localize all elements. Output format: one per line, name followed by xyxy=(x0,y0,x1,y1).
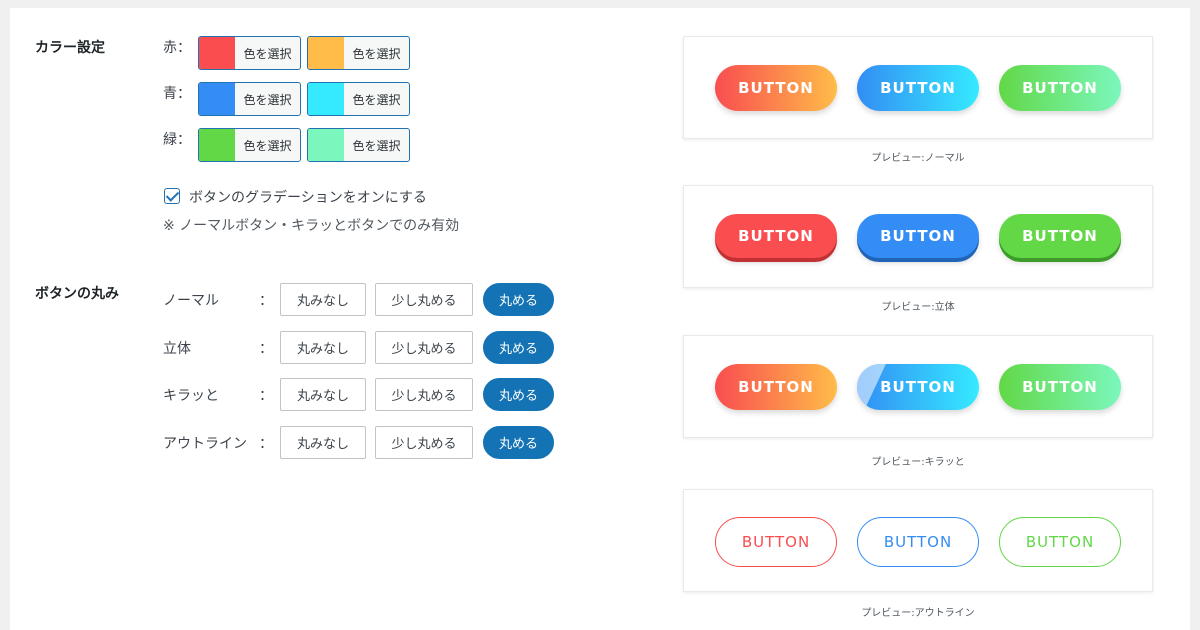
select-color-label: 色を選択 xyxy=(243,138,292,153)
red-picker-1[interactable]: 色を選択 xyxy=(198,36,301,70)
roundness-option-button[interactable]: 少し丸める xyxy=(375,283,473,316)
preview-button-label: BUTTON xyxy=(738,227,814,245)
preview-button[interactable]: BUTTON xyxy=(999,517,1121,567)
roundness-option-button[interactable]: 少し丸める xyxy=(375,378,473,411)
color-swatch xyxy=(199,37,235,69)
preview-button[interactable]: BUTTON xyxy=(999,364,1121,410)
red-row-label: 赤： xyxy=(163,40,191,56)
preview-button[interactable]: BUTTON xyxy=(999,65,1121,111)
roundness-option-button[interactable]: 少し丸める xyxy=(375,426,473,459)
gradient-checkbox-label: ボタンのグラデーションをオンにする xyxy=(189,190,427,206)
preview-button-label: BUTTON xyxy=(883,533,953,551)
roundness-row-colon: ： xyxy=(259,293,273,309)
select-color-label: 色を選択 xyxy=(352,92,401,107)
preview-button[interactable]: BUTTON xyxy=(715,364,837,410)
gradient-checkbox[interactable] xyxy=(164,188,180,204)
color-swatch xyxy=(308,129,344,161)
roundness-row-colon: ： xyxy=(259,341,273,357)
preview-card: BUTTON BUTTON BUTTON xyxy=(683,185,1153,288)
color-swatch xyxy=(308,83,344,115)
preview-caption: プレビュー:立体 xyxy=(881,302,955,313)
roundness-row-label: 立体 xyxy=(163,341,191,357)
blue-row-label: 青： xyxy=(163,86,191,102)
preview-button-label: BUTTON xyxy=(1022,79,1098,97)
preview-caption: プレビュー:キラッと xyxy=(871,457,965,468)
green-picker-1[interactable]: 色を選択 xyxy=(198,128,301,162)
gradient-note: ※ ノーマルボタン・キラッとボタンでのみ有効 xyxy=(163,218,460,234)
red-picker-2[interactable]: 色を選択 xyxy=(307,36,410,70)
roundness-option-button[interactable]: 丸みなし xyxy=(280,331,366,364)
select-color-label: 色を選択 xyxy=(352,46,401,61)
roundness-row-label: アウトライン xyxy=(163,436,247,452)
preview-button-label: BUTTON xyxy=(1022,227,1098,245)
settings-panel: カラー設定 赤： 色を選択 色を選択 青： 色を選択 色を選択 緑： 色を選択 … xyxy=(10,8,1190,630)
roundness-row-label: ノーマル xyxy=(163,293,219,309)
roundness-option-button[interactable]: 丸める xyxy=(483,331,554,364)
color-settings-title: カラー設定 xyxy=(35,40,105,56)
color-swatch xyxy=(199,83,235,115)
preview-card: BUTTON BUTTON BUTTON xyxy=(683,36,1153,139)
preview-button[interactable]: BUTTON xyxy=(999,214,1121,258)
blue-picker-2[interactable]: 色を選択 xyxy=(307,82,410,116)
roundness-option-button[interactable]: 丸みなし xyxy=(280,283,366,316)
preview-button-label: BUTTON xyxy=(741,533,811,551)
preview-button-label: BUTTON xyxy=(738,378,814,396)
preview-caption: プレビュー:アウトライン xyxy=(861,608,975,619)
preview-caption: プレビュー:ノーマル xyxy=(871,153,965,164)
select-color-label: 色を選択 xyxy=(352,138,401,153)
color-swatch xyxy=(308,37,344,69)
preview-card: BUTTON BUTTON BUTTON xyxy=(683,335,1153,438)
preview-button[interactable]: BUTTON xyxy=(857,364,979,410)
preview-button[interactable]: BUTTON xyxy=(857,65,979,111)
roundness-title: ボタンの丸み xyxy=(35,286,119,302)
preview-button-label: BUTTON xyxy=(1022,378,1098,396)
green-picker-2[interactable]: 色を選択 xyxy=(307,128,410,162)
preview-button-label: BUTTON xyxy=(738,79,814,97)
roundness-option-button[interactable]: 丸める xyxy=(483,378,554,411)
preview-button[interactable]: BUTTON xyxy=(715,517,837,567)
roundness-row-colon: ： xyxy=(259,436,273,452)
preview-button-label: BUTTON xyxy=(880,79,956,97)
roundness-row-colon: ： xyxy=(259,388,273,404)
preview-button[interactable]: BUTTON xyxy=(715,65,837,111)
roundness-option-button[interactable]: 丸みなし xyxy=(280,426,366,459)
green-row-label: 緑： xyxy=(163,132,191,148)
preview-button-label: BUTTON xyxy=(880,378,956,396)
color-swatch xyxy=(199,129,235,161)
preview-button-label: BUTTON xyxy=(880,227,956,245)
preview-button[interactable]: BUTTON xyxy=(715,214,837,258)
roundness-option-button[interactable]: 少し丸める xyxy=(375,331,473,364)
blue-picker-1[interactable]: 色を選択 xyxy=(198,82,301,116)
select-color-label: 色を選択 xyxy=(243,46,292,61)
preview-button[interactable]: BUTTON xyxy=(857,517,979,567)
roundness-row-label: キラッと xyxy=(163,388,219,404)
roundness-option-button[interactable]: 丸める xyxy=(483,426,554,459)
select-color-label: 色を選択 xyxy=(243,92,292,107)
preview-card: BUTTON BUTTON BUTTON xyxy=(683,489,1153,592)
roundness-option-button[interactable]: 丸みなし xyxy=(280,378,366,411)
preview-button-label: BUTTON xyxy=(1025,533,1095,551)
roundness-option-button[interactable]: 丸める xyxy=(483,283,554,316)
preview-button[interactable]: BUTTON xyxy=(857,214,979,258)
